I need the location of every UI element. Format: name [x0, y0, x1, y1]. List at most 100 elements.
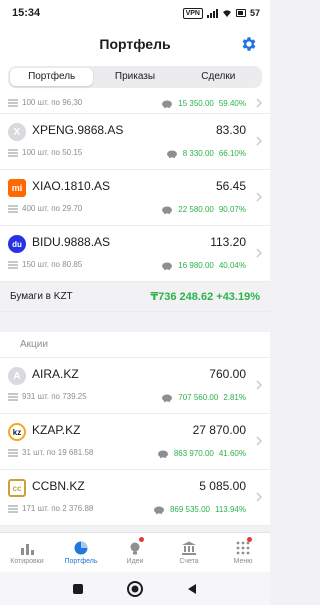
holding-price: 113.20 [210, 235, 246, 249]
nav-portfolio-label: Портфель [64, 557, 98, 565]
holding-row[interactable]: 100 шт. по 96,30 15 350.00 59.40% [0, 94, 270, 114]
bank-icon [182, 541, 196, 555]
piggy-bank-icon [162, 206, 173, 214]
holding-quantity: 171 шт. по 2 376.88 [22, 504, 94, 513]
back-icon[interactable] [186, 583, 198, 595]
holding-quantity: 31 шт. по 19 681.58 [22, 448, 94, 457]
xpeng-logo: X [8, 123, 26, 141]
holding-row[interactable]: du BIDU.9888.AS 113.20 150 шт. по 80.85 … [0, 226, 270, 282]
holding-percent: 90.07% [218, 204, 246, 214]
tab-deals[interactable]: Сделки [177, 68, 260, 86]
tab-portfolio[interactable]: Портфель [10, 68, 94, 86]
signal-icon [206, 8, 218, 18]
holding-ticker: AIRA.KZ [32, 367, 79, 381]
recents-icon[interactable] [72, 583, 84, 595]
piggy-bank-icon [162, 262, 173, 270]
piggy-bank-icon [162, 100, 173, 108]
piggy-bank-icon [153, 506, 164, 514]
holding-ticker: XPENG.9868.AS [32, 123, 124, 137]
nav-quotes[interactable]: Котировки [0, 533, 54, 572]
aira-logo: A [8, 367, 26, 385]
tab-orders[interactable]: Приказы [93, 68, 176, 86]
pie-chart-icon [74, 541, 88, 554]
holding-percent: 41.60% [218, 448, 246, 458]
nav-ideas-label: Идеи [126, 557, 144, 565]
holding-percent: 40.04% [218, 260, 246, 270]
holding-ticker: BIDU.9888.AS [32, 235, 111, 249]
holding-profit: 8 330.00 [182, 148, 214, 158]
kazatomprom-logo: kz [8, 423, 26, 441]
stack-icon [8, 260, 18, 269]
status-bar: 15:34 VPN 57 [0, 0, 270, 26]
holding-quantity: 400 шт. по 29.70 [22, 204, 83, 213]
stack-icon [8, 204, 18, 213]
holding-row[interactable]: cc CCBN.KZ 5 085.00 171 шт. по 2 376.88 … [0, 470, 270, 526]
lightbulb-icon [130, 542, 140, 554]
xiaomi-logo: mi [8, 179, 26, 197]
chevron-right-icon [256, 98, 262, 108]
stack-icon [8, 392, 18, 401]
chevron-right-icon [256, 248, 262, 258]
holding-row[interactable]: X XPENG.9868.AS 83.30 100 шт. по 50.15 8… [0, 114, 270, 170]
holding-profit: 22 580.00 [178, 204, 214, 214]
header: Портфель [0, 26, 270, 62]
stack-icon [8, 98, 18, 107]
holding-percent: 59.40% [218, 98, 246, 108]
kzt-total-label: Бумаги в KZT [10, 291, 73, 302]
page-title: Портфель [99, 36, 171, 52]
home-icon[interactable] [126, 580, 143, 597]
holdings-list-kz: A AIRA.KZ 760.00 931 шт. по 739.25 707 5… [0, 358, 270, 526]
nav-menu-label: Меню [233, 557, 253, 565]
chevron-right-icon [256, 192, 262, 202]
holding-price: 5 085.00 [199, 479, 246, 493]
holding-row[interactable]: kz KZAP.KZ 27 870.00 31 шт. по 19 681.58… [0, 414, 270, 470]
piggy-bank-icon [162, 394, 173, 402]
section-header-stocks: Акции [0, 332, 270, 358]
baidu-logo: du [8, 235, 26, 253]
holding-price: 760.00 [209, 367, 246, 381]
piggy-bank-icon [157, 450, 168, 458]
notification-dot [246, 537, 252, 542]
battery-level: 57 [249, 8, 260, 18]
holding-profit: 16 980.00 [178, 260, 214, 270]
stack-icon [8, 148, 18, 157]
chevron-right-icon [256, 136, 262, 146]
holding-ticker: CCBN.KZ [32, 479, 85, 493]
holding-row[interactable]: mi XIAO.1810.AS 56.45 400 шт. по 29.70 2… [0, 170, 270, 226]
nav-accounts[interactable]: Счета [162, 533, 216, 572]
bar-chart-icon [21, 543, 34, 555]
gear-icon[interactable] [240, 35, 258, 53]
holding-profit: 869 535.00 [169, 504, 210, 514]
notification-dot [138, 537, 144, 542]
kzt-total-percent: +43.19% [216, 291, 260, 303]
holding-price: 83.30 [215, 123, 246, 137]
status-time: 15:34 [12, 7, 41, 19]
holding-profit: 707 560.00 [178, 392, 219, 402]
vpn-badge: VPN [182, 7, 203, 19]
segmented-tabs: Портфель Приказы Сделки [8, 66, 262, 88]
nav-menu[interactable]: Меню [216, 533, 270, 572]
piggy-bank-icon [166, 150, 177, 158]
holdings-list-hk: 100 шт. по 96,30 15 350.00 59.40% X XPEN… [0, 94, 270, 282]
chevron-right-icon [256, 492, 262, 502]
kzt-total-amount: ₸736 248.62 [150, 291, 214, 303]
nav-portfolio[interactable]: Портфель [54, 533, 108, 572]
holding-price: 56.45 [215, 179, 246, 193]
holding-ticker: XIAO.1810.AS [32, 179, 111, 193]
chevron-right-icon [256, 380, 262, 390]
kzt-total-row: Бумаги в KZT ₸736 248.62 +43.19% [0, 282, 270, 312]
chevron-right-icon [256, 436, 262, 446]
nav-ideas[interactable]: Идеи [108, 533, 162, 572]
wifi-icon [222, 9, 231, 17]
holding-percent: 66.10% [218, 148, 246, 158]
holding-quantity: 931 шт. по 739.25 [22, 392, 87, 401]
battery-icon [235, 9, 246, 17]
nav-quotes-label: Котировки [10, 557, 44, 565]
holding-row[interactable]: A AIRA.KZ 760.00 931 шт. по 739.25 707 5… [0, 358, 270, 414]
stack-icon [8, 448, 18, 457]
holding-profit: 863 970.00 [173, 448, 214, 458]
holding-price: 27 870.00 [192, 423, 246, 437]
holding-percent: 2.81% [223, 392, 246, 402]
holding-percent: 113.94% [215, 504, 246, 514]
holding-profit: 15 350.00 [178, 98, 214, 108]
